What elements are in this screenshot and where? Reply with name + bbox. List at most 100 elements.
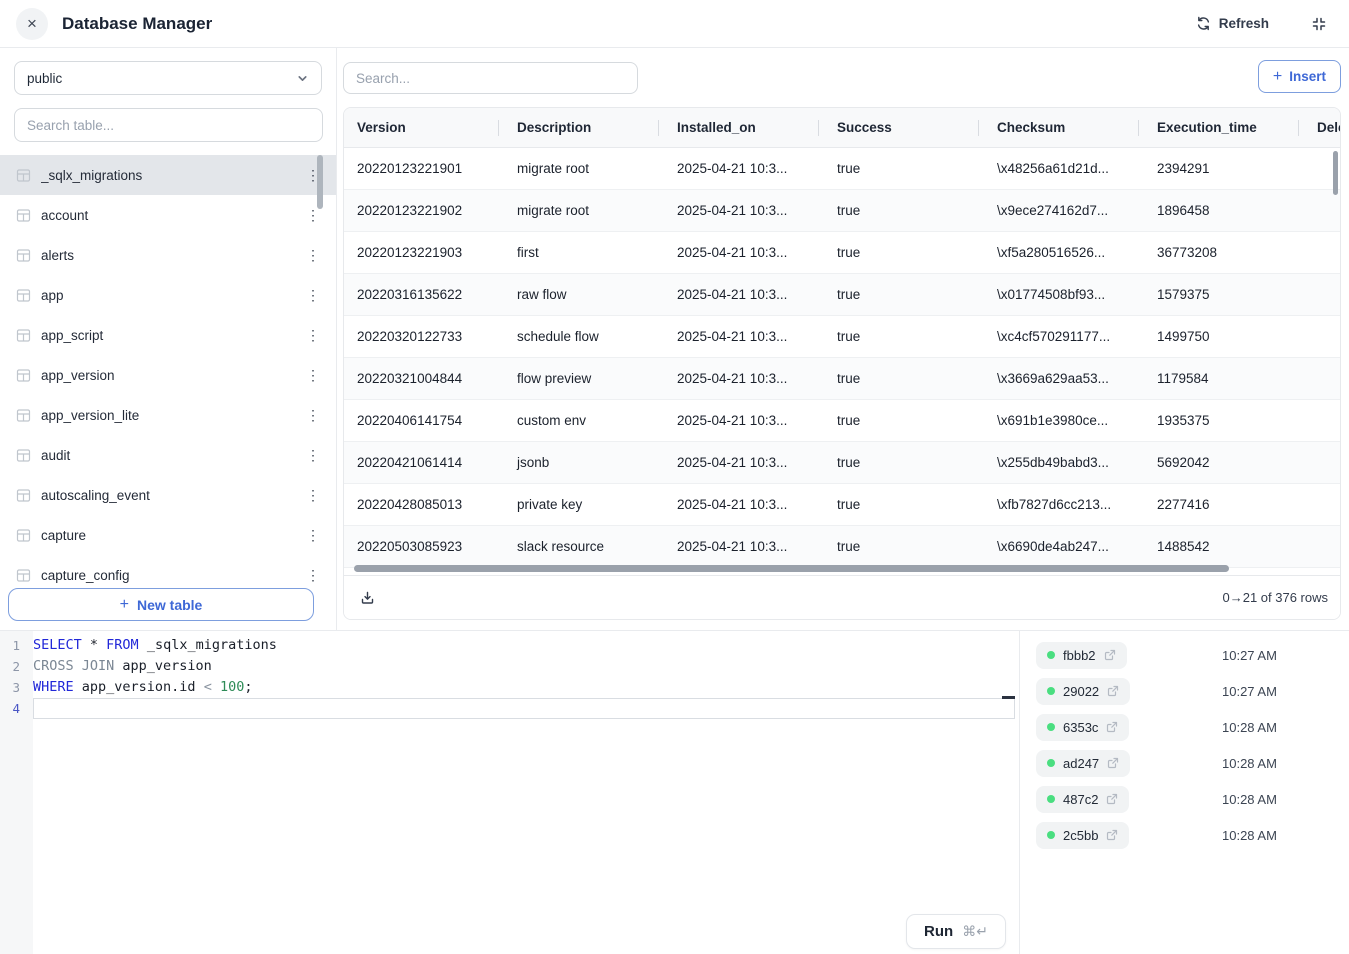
sidebar-item-capture_config[interactable]: capture_config⋮ xyxy=(0,555,336,583)
table-row[interactable]: 20220123221901migrate root2025-04-21 10:… xyxy=(344,148,1340,190)
history-item-6353c[interactable]: 6353c10:28 AM xyxy=(1020,709,1349,745)
schema-select[interactable]: public xyxy=(14,61,322,95)
history-item-2c5bb[interactable]: 2c5bb10:28 AM xyxy=(1020,817,1349,853)
external-link-icon[interactable] xyxy=(1106,721,1118,733)
table-row[interactable]: 20220316135622raw flow2025-04-21 10:3...… xyxy=(344,274,1340,316)
table-cell: migrate root xyxy=(504,190,664,231)
kebab-menu-icon[interactable]: ⋮ xyxy=(300,447,326,464)
kebab-menu-icon[interactable]: ⋮ xyxy=(300,527,326,544)
kebab-menu-icon[interactable]: ⋮ xyxy=(300,407,326,424)
run-shortcut: ⌘↵ xyxy=(962,923,988,940)
history-item-29022[interactable]: 2902210:27 AM xyxy=(1020,673,1349,709)
code-line[interactable]: 3WHERE app_version.id < 100; xyxy=(0,677,1019,698)
table-cell: 1499750 xyxy=(1144,316,1304,357)
sidebar-item-app[interactable]: app⋮ xyxy=(0,275,336,315)
sidebar-item-audit[interactable]: audit⋮ xyxy=(0,435,336,475)
history-id-pill[interactable]: fbbb2 xyxy=(1036,642,1127,669)
sidebar-item-app_script[interactable]: app_script⋮ xyxy=(0,315,336,355)
new-table-button[interactable]: + New table xyxy=(8,588,314,621)
table-icon xyxy=(16,168,31,183)
external-link-icon[interactable] xyxy=(1107,685,1119,697)
sidebar-item-app_version[interactable]: app_version ⋮ xyxy=(0,355,336,395)
table-row[interactable]: 20220428085013private key2025-04-21 10:3… xyxy=(344,484,1340,526)
sidebar-item-account[interactable]: account⋮ xyxy=(0,195,336,235)
column-header: Installed_on xyxy=(664,108,824,147)
external-link-icon[interactable] xyxy=(1106,829,1118,841)
top-bar-actions: Refresh xyxy=(1190,15,1333,33)
table-row[interactable]: 20220503085923slack resource2025-04-21 1… xyxy=(344,526,1340,568)
run-label: Run xyxy=(924,923,953,940)
download-button[interactable] xyxy=(356,586,379,609)
code-line[interactable]: 2CROSS JOIN app_version xyxy=(0,656,1019,677)
sidebar-item-autoscaling_event[interactable]: autoscaling_event⋮ xyxy=(0,475,336,515)
sidebar-item-_sqlx_migrations[interactable]: _sqlx_migrations⋮ xyxy=(0,155,336,195)
table-cell: 5692042 xyxy=(1144,442,1304,483)
close-icon: × xyxy=(27,15,37,32)
vertical-scrollbar[interactable] xyxy=(1333,151,1338,195)
code-text xyxy=(33,698,1015,719)
history-id-pill[interactable]: 29022 xyxy=(1036,678,1130,705)
column-separator[interactable] xyxy=(1138,120,1139,136)
table-row[interactable]: 20220406141754custom env2025-04-21 10:3.… xyxy=(344,400,1340,442)
table-cell: custom env xyxy=(504,400,664,441)
table-cell: 20220123221902 xyxy=(344,190,504,231)
history-item-ad247[interactable]: ad24710:28 AM xyxy=(1020,745,1349,781)
status-dot xyxy=(1047,687,1055,695)
kebab-menu-icon[interactable]: ⋮ xyxy=(300,287,326,304)
table-cell: \x3669a629aa53... xyxy=(984,358,1144,399)
upper-section: public _sqlx_migrations⋮account⋮alerts⋮a… xyxy=(0,48,1349,630)
table-cell: 20220316135622 xyxy=(344,274,504,315)
table-cell: 2025-04-21 10:3... xyxy=(664,484,824,525)
external-link-icon[interactable] xyxy=(1107,757,1119,769)
kebab-menu-icon[interactable]: ⋮ xyxy=(300,487,326,504)
table-icon xyxy=(16,208,31,223)
horizontal-scrollbar[interactable] xyxy=(354,565,1229,572)
table-cell: migrate root xyxy=(504,148,664,189)
sidebar-item-capture[interactable]: capture⋮ xyxy=(0,515,336,555)
external-link-icon[interactable] xyxy=(1106,793,1118,805)
collapse-view-button[interactable] xyxy=(1305,15,1333,33)
history-id-pill[interactable]: 2c5bb xyxy=(1036,822,1129,849)
table-name: app_version xyxy=(41,368,290,383)
table-row[interactable]: 20220123221903first2025-04-21 10:3...tru… xyxy=(344,232,1340,274)
kebab-menu-icon[interactable]: ⋮ xyxy=(300,327,326,344)
history-id-pill[interactable]: 487c2 xyxy=(1036,786,1129,813)
sidebar-item-app_version_lite[interactable]: app_version_lite⋮ xyxy=(0,395,336,435)
status-dot xyxy=(1047,795,1055,803)
external-link-icon[interactable] xyxy=(1104,649,1116,661)
code-line[interactable]: 4 xyxy=(0,698,1019,719)
row-search-input[interactable] xyxy=(343,62,638,94)
code-line[interactable]: 1SELECT * FROM _sqlx_migrations xyxy=(0,635,1019,656)
table-row[interactable]: 20220321004844flow preview2025-04-21 10:… xyxy=(344,358,1340,400)
column-separator[interactable] xyxy=(498,120,499,136)
table-row[interactable]: 20220320122733schedule flow2025-04-21 10… xyxy=(344,316,1340,358)
sidebar-scrollbar[interactable] xyxy=(317,155,323,209)
run-button[interactable]: Run ⌘↵ xyxy=(906,914,1006,949)
kebab-menu-icon[interactable]: ⋮ xyxy=(300,247,326,264)
close-button[interactable]: × xyxy=(16,8,48,40)
kebab-menu-icon[interactable]: ⋮ xyxy=(300,567,326,584)
sql-token: app_version xyxy=(114,658,212,674)
column-separator[interactable] xyxy=(658,120,659,136)
insert-button[interactable]: + Insert xyxy=(1258,60,1341,93)
status-dot xyxy=(1047,723,1055,731)
column-separator[interactable] xyxy=(1298,120,1299,136)
sql-editor[interactable]: 1SELECT * FROM _sqlx_migrations2CROSS JO… xyxy=(0,631,1020,954)
column-separator[interactable] xyxy=(978,120,979,136)
kebab-menu-icon[interactable]: ⋮ xyxy=(300,207,326,224)
table-cell: schedule flow xyxy=(504,316,664,357)
table-row[interactable]: 20220123221902migrate root2025-04-21 10:… xyxy=(344,190,1340,232)
history-item-487c2[interactable]: 487c210:28 AM xyxy=(1020,781,1349,817)
table-cell: true xyxy=(824,190,984,231)
kebab-menu-icon[interactable]: ⋮ xyxy=(300,367,326,384)
sidebar-item-alerts[interactable]: alerts⋮ xyxy=(0,235,336,275)
table-icon xyxy=(16,528,31,543)
history-id-pill[interactable]: ad247 xyxy=(1036,750,1130,777)
history-id-pill[interactable]: 6353c xyxy=(1036,714,1129,741)
table-row[interactable]: 20220421061414jsonb2025-04-21 10:3...tru… xyxy=(344,442,1340,484)
table-search-input[interactable] xyxy=(14,108,323,142)
table-cell: 20220320122733 xyxy=(344,316,504,357)
refresh-button[interactable]: Refresh xyxy=(1190,15,1275,32)
history-item-fbbb2[interactable]: fbbb210:27 AM xyxy=(1020,637,1349,673)
column-separator[interactable] xyxy=(818,120,819,136)
